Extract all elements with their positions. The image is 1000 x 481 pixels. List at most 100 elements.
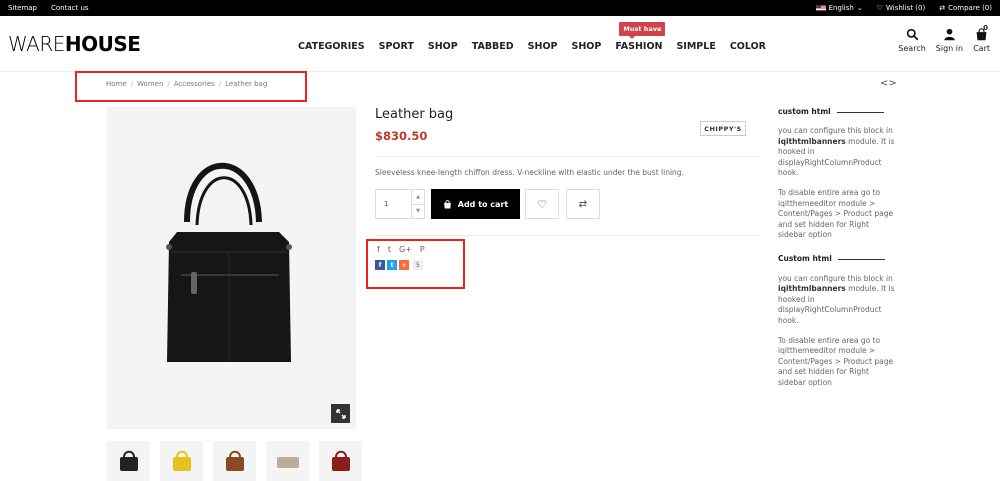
must-have-badge: Must have	[619, 22, 666, 39]
main-nav: CATEGORIES SPORT SHOP TABBED SHOP SHOP M…	[298, 22, 766, 52]
thumbnail-strip	[107, 441, 362, 481]
clutch-thumb-icon	[276, 457, 299, 468]
breadcrumb: Home / Women / Accessories / Leather bag	[106, 80, 267, 88]
signin-button[interactable]: Sign in	[936, 28, 963, 53]
expand-icon	[335, 408, 346, 419]
block-title-text: Custom html	[778, 254, 832, 264]
leather-bag-image	[166, 163, 292, 362]
custom-html-block: Custom html you can configure this block…	[778, 254, 898, 387]
heart-icon: ♡	[537, 197, 547, 211]
nav-simple[interactable]: SIMPLE	[676, 35, 715, 52]
sitemap-link[interactable]: Sitemap	[8, 4, 37, 12]
pinterest-icon[interactable]: P	[420, 245, 425, 254]
thumbnail-2[interactable]	[160, 441, 203, 481]
google-plus-icon[interactable]: G+	[399, 245, 412, 254]
text-span: you can configure this block in	[778, 126, 893, 136]
language-label: English	[828, 4, 854, 12]
wishlist-label: Wishlist (0)	[886, 4, 926, 12]
shuffle-icon: ⇄	[578, 198, 588, 210]
header-actions: Search Sign in 0 Cart	[898, 24, 990, 53]
user-icon	[944, 28, 955, 41]
block-title: Custom html	[778, 254, 898, 264]
facebook-share-icon[interactable]: f	[375, 260, 385, 270]
block-body: you can configure this block in iqithtml…	[778, 126, 898, 240]
nav-sport[interactable]: SPORT	[379, 35, 414, 52]
chevron-down-icon: ⌄	[856, 4, 863, 12]
block-body: you can configure this block in iqithtml…	[778, 274, 898, 388]
nav-fashion[interactable]: Must have FASHION	[615, 22, 666, 52]
shuffle-icon: ⇄	[939, 4, 946, 12]
signin-label: Sign in	[935, 44, 964, 53]
add-to-cart-button[interactable]: Add to cart	[431, 189, 520, 219]
compare-button[interactable]: ⇄	[566, 189, 600, 219]
search-button[interactable]: Search	[898, 28, 926, 53]
chevron-down-icon[interactable]: ▼	[412, 205, 424, 219]
share-links: f t G+ P	[377, 245, 425, 254]
bag-thumb-icon	[172, 450, 191, 471]
divider	[375, 235, 761, 236]
breadcrumb-women[interactable]: Women	[137, 80, 163, 88]
nav-shop-2[interactable]: SHOP	[528, 35, 558, 52]
module-name: iqithtmlbanners	[778, 136, 846, 146]
block-paragraph: you can configure this block in iqithtml…	[778, 274, 898, 326]
search-icon	[906, 28, 918, 41]
contact-link[interactable]: Contact us	[51, 4, 89, 12]
shopping-bag-icon	[443, 199, 451, 208]
nav-fashion-label: FASHION	[615, 41, 663, 52]
wishlist-button[interactable]: ♡	[525, 189, 559, 219]
twitter-share-icon[interactable]: t	[387, 260, 397, 270]
divider	[375, 156, 761, 157]
breadcrumb-current: Leather bag	[225, 80, 268, 88]
expand-image-button[interactable]	[331, 404, 350, 423]
cart-count: 0	[983, 24, 988, 32]
breadcrumb-separator: /	[218, 80, 222, 88]
cart-label: Cart	[973, 44, 990, 53]
logo-bold: HOUSE	[64, 31, 141, 56]
thumbnail-5[interactable]	[319, 441, 362, 481]
nav-color[interactable]: COLOR	[730, 35, 766, 52]
share-count: 5	[413, 260, 423, 270]
logo[interactable]: WAREHOUSE	[8, 32, 278, 56]
bag-thumb-icon	[225, 450, 244, 471]
thumbnail-4[interactable]	[266, 441, 309, 481]
breadcrumb-separator: /	[167, 80, 170, 88]
title-underline	[836, 111, 884, 113]
chevron-up-icon[interactable]: ▲	[412, 190, 424, 205]
breadcrumb-separator: /	[130, 80, 134, 88]
language-selector[interactable]: English ⌄	[815, 4, 863, 12]
product-title: Leather bag	[375, 107, 454, 122]
nav-tabbed[interactable]: TABBED	[472, 35, 514, 52]
quantity-input[interactable]: 1	[376, 190, 411, 218]
add-to-cart-label: Add to cart	[457, 199, 509, 209]
wishlist-link[interactable]: ♡ Wishlist (0)	[877, 4, 926, 12]
brand-logo[interactable]: CHIPPY'S	[700, 121, 746, 136]
right-sidebar: custom html you can configure this block…	[778, 107, 898, 402]
product-description: Sleeveless knee-length chiffon dress. V-…	[375, 168, 684, 177]
block-title: custom html	[778, 107, 898, 117]
breadcrumb-home[interactable]: Home	[106, 80, 127, 88]
quantity-stepper[interactable]: 1 ▲ ▼	[375, 189, 425, 219]
cart-button[interactable]: 0 Cart	[973, 24, 990, 53]
product-pager-arrows[interactable]: <>	[880, 78, 897, 89]
block-paragraph: To disable entire area go to iqitthemeed…	[778, 335, 894, 387]
product-main-image[interactable]	[107, 107, 356, 429]
nav-shop[interactable]: SHOP	[428, 35, 458, 52]
quantity-spinner: ▲ ▼	[411, 190, 424, 218]
thumbnail-3[interactable]	[213, 441, 256, 481]
compare-link[interactable]: ⇄ Compare (0)	[939, 4, 992, 12]
nav-shop-3[interactable]: SHOP	[572, 35, 602, 52]
nav-categories[interactable]: CATEGORIES	[298, 35, 365, 52]
bag-thumb-icon	[119, 450, 138, 471]
breadcrumb-accessories[interactable]: Accessories	[174, 80, 215, 88]
title-underline	[837, 259, 885, 261]
twitter-icon[interactable]: t	[388, 245, 391, 254]
search-label: Search	[898, 44, 926, 53]
custom-html-block: custom html you can configure this block…	[778, 107, 898, 240]
product-price: $830.50	[375, 129, 428, 143]
heart-icon: ♡	[876, 4, 883, 12]
plus-share-icon[interactable]: +	[399, 260, 409, 270]
compare-label: Compare (0)	[948, 4, 992, 12]
facebook-icon[interactable]: f	[377, 245, 380, 254]
thumbnail-1[interactable]	[107, 441, 150, 481]
block-paragraph: To disable entire area go to iqitthemeed…	[778, 188, 894, 240]
